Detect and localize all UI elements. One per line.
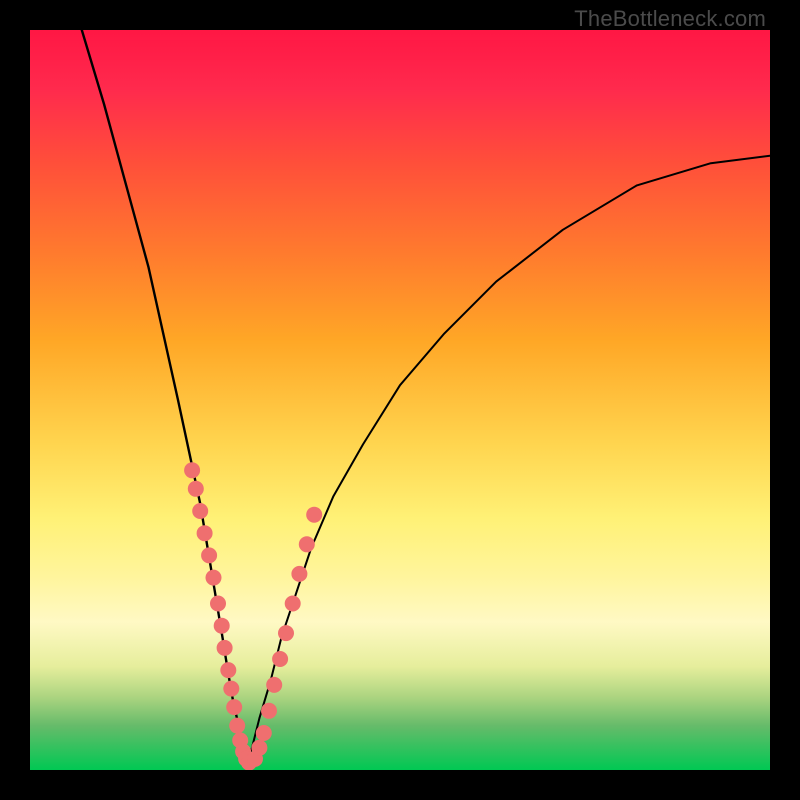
- scatter-dot: [266, 677, 282, 693]
- chart-svg: [30, 30, 770, 770]
- scatter-dot: [192, 503, 208, 519]
- scatter-dot: [206, 570, 222, 586]
- scatter-dot: [201, 547, 217, 563]
- scatter-dot: [226, 699, 242, 715]
- scatter-dot: [272, 651, 288, 667]
- scatter-dot: [184, 462, 200, 478]
- scatter-dot: [214, 618, 230, 634]
- scatter-dot: [278, 625, 294, 641]
- scatter-dot: [210, 596, 226, 612]
- scatter-dot: [217, 640, 233, 656]
- scatter-dot: [251, 740, 267, 756]
- scatter-dots: [184, 462, 322, 770]
- scatter-dot: [291, 566, 307, 582]
- plot-area: [30, 30, 770, 770]
- chart-frame: TheBottleneck.com: [0, 0, 800, 800]
- curve-right: [247, 156, 770, 763]
- scatter-dot: [188, 481, 204, 497]
- scatter-dot: [256, 725, 272, 741]
- scatter-dot: [299, 536, 315, 552]
- scatter-dot: [223, 681, 239, 697]
- scatter-dot: [229, 718, 245, 734]
- scatter-dot: [261, 703, 277, 719]
- scatter-dot: [306, 507, 322, 523]
- scatter-dot: [197, 525, 213, 541]
- scatter-dot: [285, 596, 301, 612]
- watermark-text: TheBottleneck.com: [574, 6, 766, 32]
- scatter-dot: [220, 662, 236, 678]
